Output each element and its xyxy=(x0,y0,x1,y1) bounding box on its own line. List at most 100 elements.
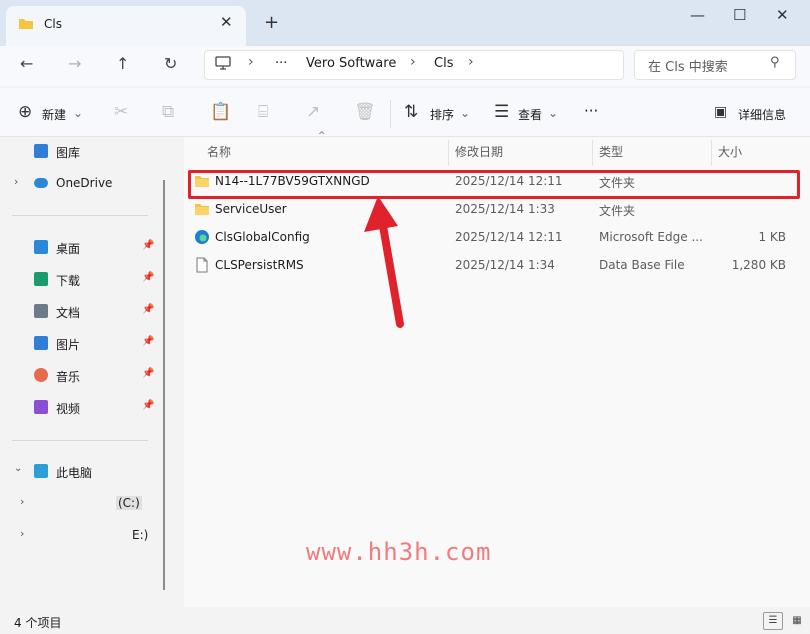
details-view-icon[interactable]: ☰ xyxy=(763,612,783,630)
table-row[interactable]: CLSPersistRMS 2025/12/14 1:34 Data Base … xyxy=(190,252,796,279)
file-size: 1,280 KB xyxy=(731,258,786,272)
up-icon[interactable]: ↑ xyxy=(116,54,129,73)
breadcrumb-more[interactable]: ··· xyxy=(275,56,287,71)
close-window-button[interactable]: ✕ xyxy=(776,6,789,24)
edge-icon xyxy=(195,230,209,244)
column-header-modified[interactable]: 修改日期 xyxy=(455,143,503,160)
forward-icon[interactable]: → xyxy=(68,54,81,73)
column-header-name[interactable]: 名称 xyxy=(207,143,231,160)
cut-icon[interactable]: ✂ xyxy=(114,102,128,122)
sidebar-divider xyxy=(12,440,148,441)
maximize-button[interactable]: ☐ xyxy=(733,6,746,24)
sidebar-item-gallery[interactable]: 图库 xyxy=(14,140,154,164)
sidebar-item-desktop[interactable]: 桌面 📌 xyxy=(14,236,154,260)
chevron-down-icon: ⌄ xyxy=(460,106,471,120)
column-header-size[interactable]: 大小 xyxy=(718,143,742,160)
pin-icon[interactable]: 📌 xyxy=(142,304,154,315)
file-icon xyxy=(196,257,208,273)
pin-icon[interactable]: 📌 xyxy=(142,240,154,251)
details-pane-icon[interactable]: ▣ xyxy=(714,104,727,120)
close-tab-icon[interactable]: ✕ xyxy=(220,13,233,31)
cloud-icon xyxy=(34,178,48,188)
chevron-right-icon[interactable]: › xyxy=(20,495,24,508)
copy-icon[interactable]: ⧉ xyxy=(162,102,174,122)
file-size: 1 KB xyxy=(758,230,786,244)
sidebar-item-drive-c[interactable]: › (C:) xyxy=(20,492,160,516)
breadcrumb-vero-software[interactable]: Vero Software xyxy=(306,56,396,71)
folder-icon xyxy=(195,204,209,215)
delete-icon[interactable]: 🗑 xyxy=(354,102,376,122)
file-type: 文件夹 xyxy=(599,204,636,218)
rename-icon[interactable]: ⌸ xyxy=(258,102,268,122)
sidebar-item-onedrive[interactable]: › OneDrive xyxy=(14,172,154,196)
view-icon[interactable]: ☰ xyxy=(494,102,509,122)
chevron-right-icon[interactable]: › xyxy=(20,527,24,540)
sidebar-item-label: (C:) xyxy=(116,496,142,510)
chevron-right-icon: › xyxy=(248,54,254,70)
sidebar-item-videos[interactable]: 视频 📌 xyxy=(14,396,154,420)
table-row[interactable]: ClsGlobalConfig 2025/12/14 12:11 Microso… xyxy=(190,224,796,251)
pin-icon[interactable]: 📌 xyxy=(142,400,154,411)
pin-icon[interactable]: 📌 xyxy=(142,272,154,283)
file-modified: 2025/12/14 1:34 xyxy=(455,258,555,272)
table-row[interactable]: ServiceUser 2025/12/14 1:33 文件夹 xyxy=(190,196,796,223)
more-options-button[interactable]: ··· xyxy=(584,102,598,120)
breadcrumb-cls[interactable]: Cls xyxy=(434,56,453,71)
sidebar-item-label: 下载 xyxy=(56,274,81,288)
sidebar-item-label: 视频 xyxy=(56,402,81,416)
file-name: ServiceUser xyxy=(215,202,287,216)
sort-ascending-icon: ^ xyxy=(318,131,326,141)
sidebar-scrollbar[interactable] xyxy=(163,180,165,590)
chevron-down-icon: ⌄ xyxy=(548,106,559,120)
column-header-type[interactable]: 类型 xyxy=(599,143,623,160)
sidebar-item-label: 音乐 xyxy=(56,370,81,384)
item-count: 4 个项目 xyxy=(14,616,62,630)
music-icon xyxy=(34,368,48,382)
highlight-box xyxy=(188,170,800,199)
sort-button[interactable]: 排序 xyxy=(430,106,454,123)
sidebar-item-documents[interactable]: 文档 📌 xyxy=(14,300,154,324)
file-name: ClsGlobalConfig xyxy=(215,230,310,244)
chevron-right-icon: › xyxy=(410,54,416,70)
chevron-right-icon[interactable]: › xyxy=(14,175,18,188)
new-button[interactable]: 新建 xyxy=(42,106,66,123)
share-icon[interactable]: ↗ xyxy=(306,102,320,122)
document-icon xyxy=(34,304,48,318)
arrow-icon xyxy=(364,196,404,328)
sidebar-item-label: 文档 xyxy=(56,306,81,320)
column-divider[interactable] xyxy=(711,140,712,166)
tiles-view-icon[interactable]: ▦ xyxy=(787,612,807,630)
new-icon[interactable]: ⊕ xyxy=(18,102,32,122)
refresh-icon[interactable]: ↻ xyxy=(164,54,177,73)
tab-cls[interactable] xyxy=(6,6,246,46)
sidebar-item-music[interactable]: 音乐 📌 xyxy=(14,364,154,388)
details-button[interactable]: 详细信息 xyxy=(738,106,786,123)
sidebar-item-label: E:) xyxy=(132,528,149,542)
search-input[interactable]: 在 Cls 中搜索 xyxy=(648,56,728,75)
sidebar-item-downloads[interactable]: 下载 📌 xyxy=(14,268,154,292)
computer-icon xyxy=(34,464,48,478)
search-icon[interactable]: ⚲ xyxy=(770,55,780,70)
gallery-icon xyxy=(34,144,48,158)
sidebar-item-this-pc[interactable]: ⌄ 此电脑 xyxy=(14,460,154,484)
tab-title: Cls xyxy=(44,17,62,31)
chevron-down-icon[interactable]: ⌄ xyxy=(14,463,22,474)
column-divider[interactable] xyxy=(448,140,449,166)
sidebar-item-pictures[interactable]: 图片 📌 xyxy=(14,332,154,356)
minimize-button[interactable]: — xyxy=(690,6,705,24)
sidebar-item-drive-e[interactable]: › E:) xyxy=(20,524,160,548)
paste-icon[interactable]: 📋 xyxy=(210,102,231,122)
back-icon[interactable]: ← xyxy=(20,54,33,73)
view-button[interactable]: 查看 xyxy=(518,106,542,123)
column-divider[interactable] xyxy=(592,140,593,166)
picture-icon xyxy=(34,336,48,350)
video-icon xyxy=(34,400,48,414)
pin-icon[interactable]: 📌 xyxy=(142,336,154,347)
pin-icon[interactable]: 📌 xyxy=(142,368,154,379)
sort-icon[interactable]: ⇅ xyxy=(404,102,418,122)
sidebar-item-label: OneDrive xyxy=(56,176,113,190)
status-bar xyxy=(0,607,810,634)
new-tab-button[interactable]: + xyxy=(264,12,279,33)
file-type: Microsoft Edge ... xyxy=(599,230,703,244)
file-modified: 2025/12/14 12:11 xyxy=(455,230,563,244)
